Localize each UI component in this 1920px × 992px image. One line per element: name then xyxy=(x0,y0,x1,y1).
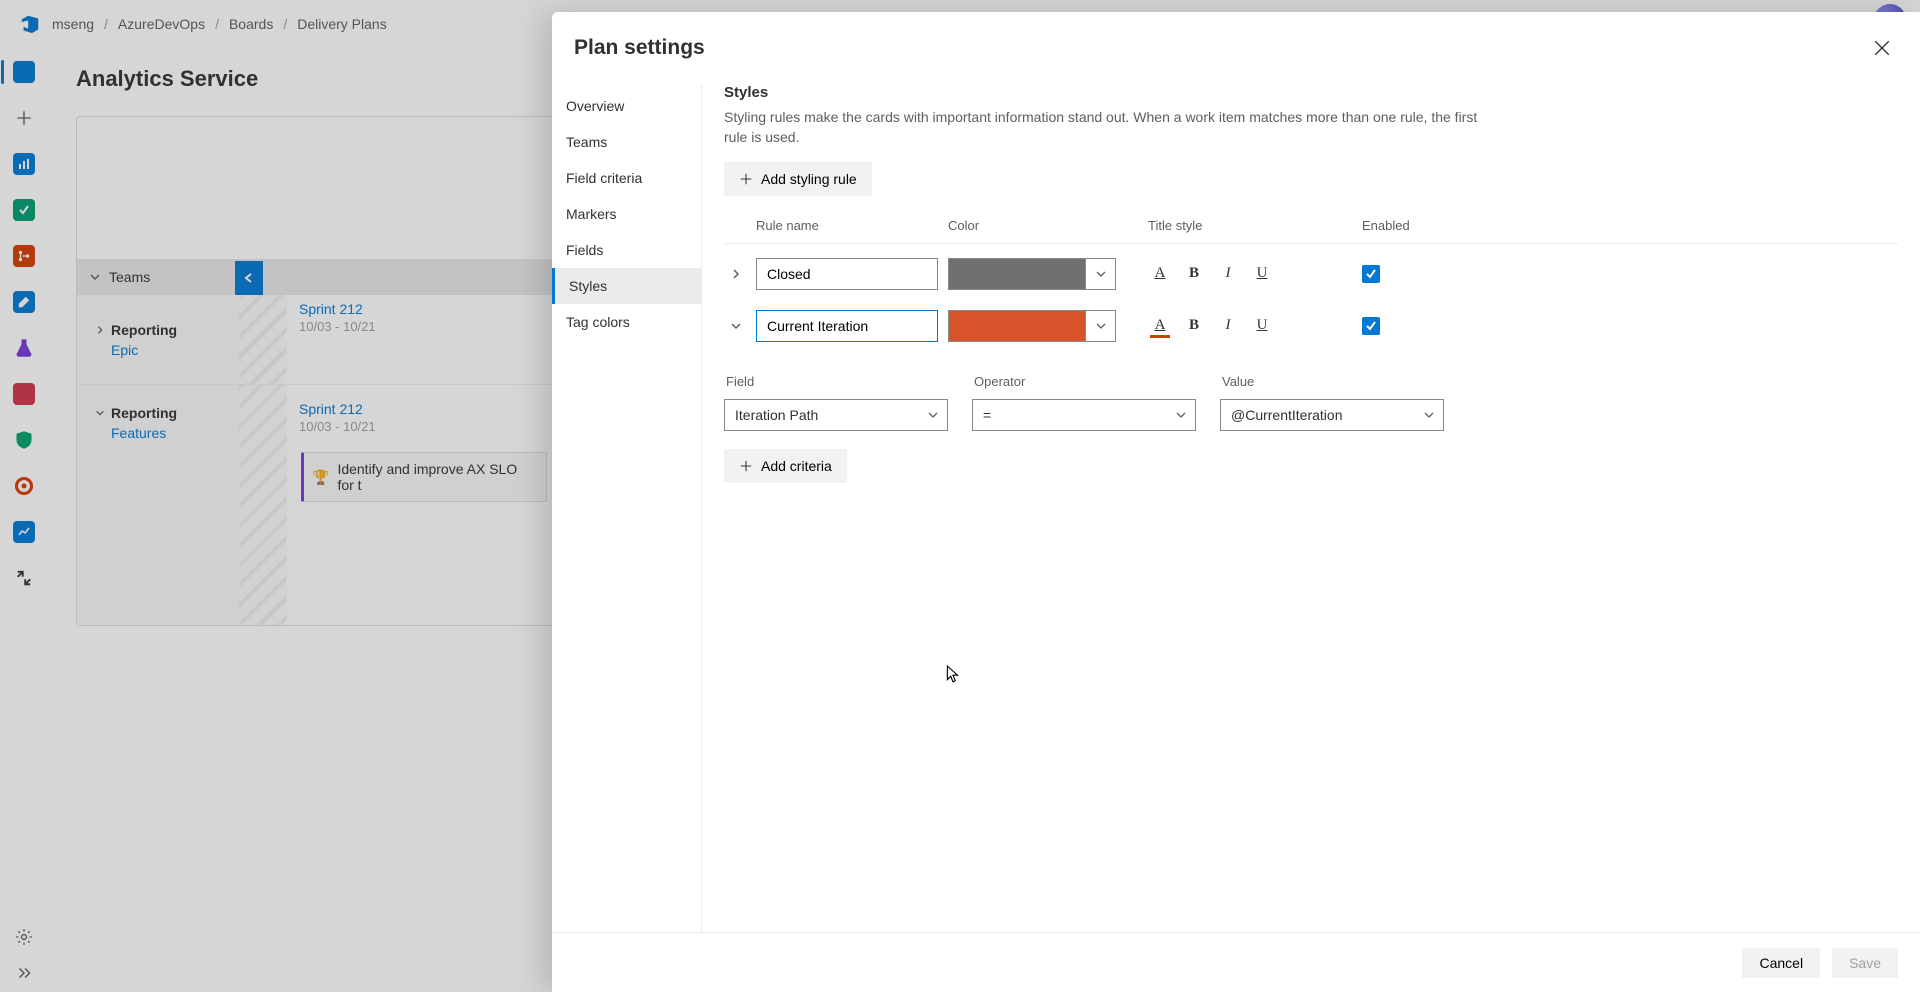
color-swatch xyxy=(949,311,1085,341)
add-criteria-button[interactable]: Add criteria xyxy=(724,449,847,483)
chevron-down-icon xyxy=(1175,409,1187,421)
col-enabled: Enabled xyxy=(1362,218,1552,233)
nav-fields[interactable]: Fields xyxy=(552,232,701,268)
rule-color-picker[interactable] xyxy=(948,258,1116,290)
col-title-style: Title style xyxy=(1148,218,1362,233)
nav-markers[interactable]: Markers xyxy=(552,196,701,232)
criteria-col-field: Field xyxy=(726,374,974,389)
style-rule-row: A B I U xyxy=(724,296,1898,348)
italic-button[interactable]: I xyxy=(1216,262,1240,286)
chevron-down-icon xyxy=(1085,311,1115,341)
nav-styles[interactable]: Styles xyxy=(552,268,701,304)
criteria-value-value: @CurrentIteration xyxy=(1231,407,1342,423)
rule-name-input[interactable] xyxy=(756,258,938,290)
criteria-value-select[interactable]: @CurrentIteration xyxy=(1220,399,1444,431)
rule-enabled-checkbox[interactable] xyxy=(1362,317,1380,335)
italic-button[interactable]: I xyxy=(1216,314,1240,338)
add-styling-rule-button[interactable]: Add styling rule xyxy=(724,162,872,196)
nav-field-criteria[interactable]: Field criteria xyxy=(552,160,701,196)
criteria-col-operator: Operator xyxy=(974,374,1222,389)
panel-title: Plan settings xyxy=(574,36,705,60)
styles-description: Styling rules make the cards with import… xyxy=(724,107,1504,148)
save-button[interactable]: Save xyxy=(1832,948,1898,978)
cancel-button[interactable]: Cancel xyxy=(1742,948,1820,978)
color-swatch xyxy=(949,259,1085,289)
rule-enabled-checkbox[interactable] xyxy=(1362,265,1380,283)
chevron-down-icon xyxy=(1423,409,1435,421)
criteria-field-value: Iteration Path xyxy=(735,407,818,423)
add-criteria-label: Add criteria xyxy=(761,458,832,474)
criteria-operator-value: = xyxy=(983,407,991,423)
rule-expander[interactable] xyxy=(724,320,748,332)
nav-teams[interactable]: Teams xyxy=(552,124,701,160)
nav-tag-colors[interactable]: Tag colors xyxy=(552,304,701,340)
criteria-field-select[interactable]: Iteration Path xyxy=(724,399,948,431)
bold-button[interactable]: B xyxy=(1182,262,1206,286)
plus-icon xyxy=(739,172,753,186)
nav-overview[interactable]: Overview xyxy=(552,88,701,124)
plan-settings-panel: Plan settings Overview Teams Field crite… xyxy=(552,12,1920,992)
close-button[interactable] xyxy=(1866,32,1898,64)
criteria-col-value: Value xyxy=(1222,374,1470,389)
bold-button[interactable]: B xyxy=(1182,314,1206,338)
underline-button[interactable]: U xyxy=(1250,262,1274,286)
style-rule-row: A B I U xyxy=(724,244,1898,296)
criteria-operator-select[interactable]: = xyxy=(972,399,1196,431)
chevron-down-icon xyxy=(927,409,939,421)
chevron-down-icon xyxy=(1085,259,1115,289)
rule-name-input[interactable] xyxy=(756,310,938,342)
col-color: Color xyxy=(948,218,1148,233)
plus-icon xyxy=(739,459,753,473)
styles-heading: Styles xyxy=(724,84,1898,101)
col-rule-name: Rule name xyxy=(756,218,948,233)
chevron-down-icon xyxy=(730,320,742,332)
chevron-right-icon xyxy=(730,268,742,280)
rule-expander[interactable] xyxy=(724,268,748,280)
underline-button[interactable]: U xyxy=(1250,314,1274,338)
add-rule-label: Add styling rule xyxy=(761,171,857,187)
panel-nav: Overview Teams Field criteria Markers Fi… xyxy=(552,84,702,932)
font-color-button[interactable]: A xyxy=(1148,262,1172,286)
font-color-button[interactable]: A xyxy=(1148,314,1172,338)
panel-content: Styles Styling rules make the cards with… xyxy=(702,84,1920,932)
rule-color-picker[interactable] xyxy=(948,310,1116,342)
